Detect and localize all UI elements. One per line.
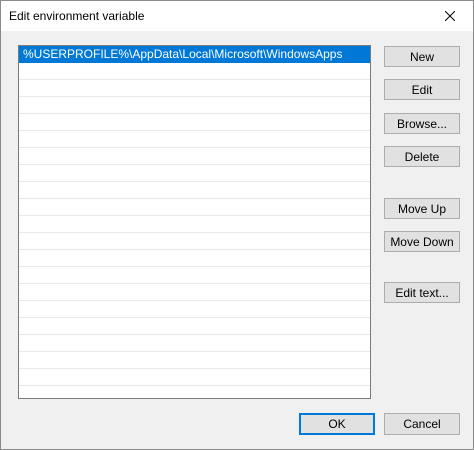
move-down-button[interactable]: Move Down (384, 231, 460, 252)
list-row-empty[interactable] (19, 233, 370, 250)
list-row-empty[interactable] (19, 165, 370, 182)
list-row-empty[interactable] (19, 182, 370, 199)
list-row-empty[interactable] (19, 318, 370, 335)
list-row-empty[interactable] (19, 63, 370, 80)
edit-text-button[interactable]: Edit text... (384, 282, 460, 303)
list-row-empty[interactable] (19, 386, 370, 398)
delete-button[interactable]: Delete (384, 146, 460, 167)
list-row-empty[interactable] (19, 267, 370, 284)
list-row-empty[interactable] (19, 216, 370, 233)
new-button[interactable]: New (384, 46, 460, 67)
close-icon (445, 11, 455, 21)
cancel-button[interactable]: Cancel (384, 413, 460, 435)
list-row-empty[interactable] (19, 97, 370, 114)
list-row-empty[interactable] (19, 148, 370, 165)
browse-button[interactable]: Browse... (384, 113, 460, 134)
move-up-button[interactable]: Move Up (384, 198, 460, 219)
list-row-empty[interactable] (19, 335, 370, 352)
list-row-empty[interactable] (19, 369, 370, 386)
close-button[interactable] (427, 1, 473, 31)
list-row-empty[interactable] (19, 114, 370, 131)
list-row-empty[interactable] (19, 301, 370, 318)
list-row-empty[interactable] (19, 352, 370, 369)
list-item[interactable]: %USERPROFILE%\AppData\Local\Microsoft\Wi… (19, 46, 370, 63)
ok-button[interactable]: OK (299, 413, 375, 435)
list-row-empty[interactable] (19, 250, 370, 267)
list-row-empty[interactable] (19, 131, 370, 148)
edit-env-variable-dialog: Edit environment variable %USERPROFILE%\… (0, 0, 474, 450)
list-row-empty[interactable] (19, 80, 370, 97)
list-row-empty[interactable] (19, 284, 370, 301)
list-row-empty[interactable] (19, 199, 370, 216)
window-title: Edit environment variable (9, 9, 145, 23)
title-bar: Edit environment variable (1, 1, 473, 31)
edit-button[interactable]: Edit (384, 79, 460, 100)
path-list[interactable]: %USERPROFILE%\AppData\Local\Microsoft\Wi… (18, 45, 371, 399)
